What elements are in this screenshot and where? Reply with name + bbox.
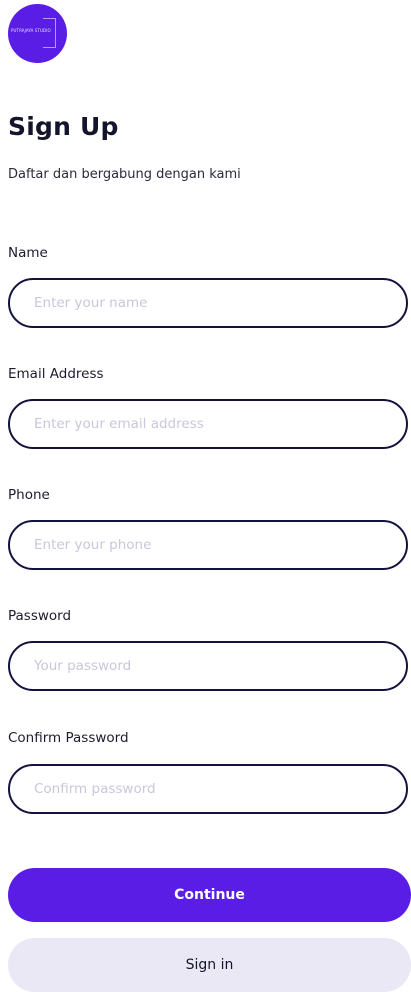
name-label: Name (8, 245, 48, 261)
confirm-password-label: Confirm Password (8, 730, 129, 746)
page-subtitle: Daftar dan bergabung dengan kami (8, 167, 241, 182)
confirm-password-input[interactable] (8, 764, 408, 814)
brand-logo-mark (43, 18, 56, 48)
page-title: Sign Up (8, 112, 119, 141)
phone-label: Phone (8, 487, 50, 503)
brand-logo: PUTRAJAYA STUDIO (8, 4, 67, 63)
password-label: Password (8, 608, 72, 624)
continue-button[interactable]: Continue (8, 868, 411, 922)
phone-input[interactable] (8, 520, 408, 570)
email-label: Email Address (8, 366, 104, 382)
password-input[interactable] (8, 641, 408, 691)
sign-up-page: PUTRAJAYA STUDIO Sign Up Daftar dan berg… (0, 0, 411, 992)
email-input[interactable] (8, 399, 408, 449)
sign-in-button[interactable]: Sign in (8, 938, 411, 992)
name-input[interactable] (8, 278, 408, 328)
